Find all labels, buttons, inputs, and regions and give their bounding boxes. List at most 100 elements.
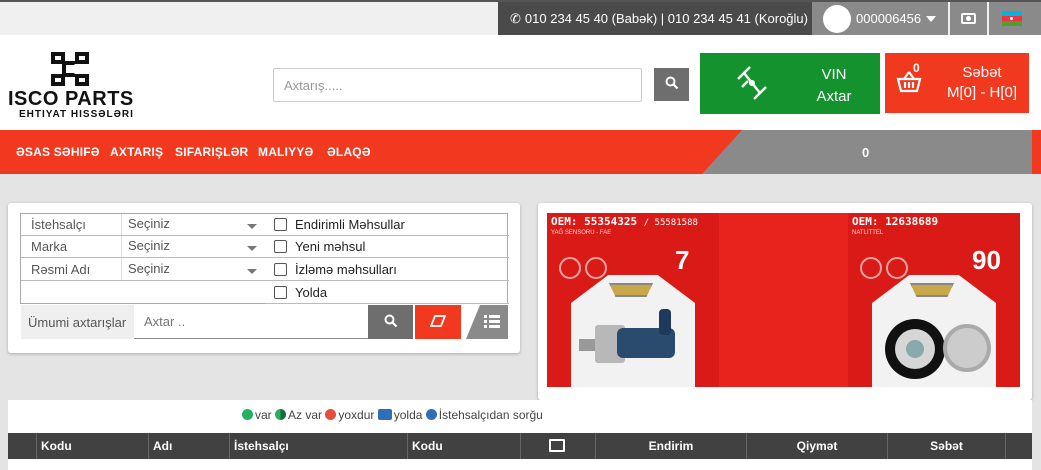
legend-yolda: yolda: [393, 408, 423, 422]
search-button[interactable]: [654, 68, 689, 101]
top-bar: ✆ 010 234 45 40 (Babək) | 010 234 45 41 (…: [0, 0, 1041, 35]
filter-row-brand: Marka Seçiniz: [21, 236, 265, 258]
x-circle-icon: [325, 409, 337, 420]
column-header-price[interactable]: Qiymət: [746, 433, 887, 459]
list-view-button[interactable]: [466, 305, 508, 339]
checkbox[interactable]: [274, 240, 287, 253]
list-icon: [484, 315, 500, 328]
logo-icon[interactable]: [51, 52, 89, 86]
nav-info-count: 0: [862, 145, 870, 160]
search-icon: [665, 76, 678, 90]
column-header-image: [520, 433, 595, 459]
avatar: [823, 5, 851, 33]
select-value: Seçiniz: [128, 261, 170, 276]
chevron-down-icon: [247, 269, 257, 274]
column-header-code[interactable]: Kodu: [36, 433, 148, 459]
column-header-name[interactable]: Adı: [148, 433, 229, 459]
legend-sorgu: İstehsalçıdan sorğu: [438, 408, 543, 422]
promo-banner: OEM: 55354325 / 55581588 YAĞ SENSORU - F…: [538, 203, 1032, 400]
nav-item-contact[interactable]: ƏLAQƏ: [327, 145, 371, 159]
question-circle-icon: [425, 409, 437, 420]
manufacturer-select[interactable]: Seçiniz: [121, 214, 265, 235]
promo-product[interactable]: OEM: 12638689 NATLITTEL 90: [848, 213, 1020, 387]
table-header: Kodu Adı İstehsalçı Kodu Endirim Qiymət …: [8, 433, 1032, 459]
checkbox-discounted[interactable]: Endirimli Məhsullar: [265, 214, 509, 236]
general-search-input[interactable]: [134, 305, 368, 339]
product-oem: OEM: 12638689: [852, 215, 939, 228]
check-circle-icon: [242, 409, 253, 420]
filter-label: İstehsalçı: [31, 217, 86, 232]
general-search-label: Ümumi axtarışlar: [28, 315, 127, 330]
promo-slide[interactable]: OEM: 55354325 / 55581588 YAĞ SENSORU - F…: [547, 213, 1020, 387]
checkbox-label: Yeni məhsul: [295, 239, 366, 254]
phone-text: 010 234 45 40 (Babək) | 010 234 45 41 (K…: [524, 11, 808, 26]
column-header-discount[interactable]: Endirim: [595, 433, 746, 459]
filter-row-official-name: Rəsmi Adı Seçiniz: [21, 259, 265, 281]
nav-item-orders[interactable]: SIFARIŞLƏR: [175, 145, 248, 159]
select-value: Seçiniz: [128, 238, 170, 253]
badge-icon: [559, 257, 581, 279]
brand-select[interactable]: Seçiniz: [121, 236, 265, 257]
promo-product[interactable]: OEM: 55354325 / 55581588 YAĞ SENSORU - F…: [547, 213, 719, 387]
column-header-cart[interactable]: Səbət: [887, 433, 1005, 459]
currency-button[interactable]: [950, 2, 987, 35]
chevron-down-icon: [247, 246, 257, 251]
chevron-down-icon: [247, 224, 257, 229]
account-number: 000006456: [856, 11, 922, 26]
chevrolet-logo-icon: [910, 283, 954, 297]
cart-label: Səbət: [962, 64, 1002, 81]
image-icon: [549, 439, 565, 452]
general-search-button[interactable]: [368, 305, 413, 339]
eraser-icon: [429, 314, 447, 327]
money-icon: [961, 13, 976, 24]
truck-icon: [377, 409, 392, 420]
phone-numbers[interactable]: ✆ 010 234 45 40 (Babək) | 010 234 45 41 (…: [498, 2, 812, 35]
checkbox[interactable]: [274, 218, 287, 231]
checkbox-watched[interactable]: İzləmə məhsulları: [265, 259, 509, 281]
select-value: Seçiniz: [128, 216, 170, 231]
badge-icon: [585, 257, 607, 279]
checkbox-label: Endirimli Məhsullar: [295, 217, 405, 232]
search-input[interactable]: [273, 68, 642, 102]
car-axle-icon: [737, 66, 767, 100]
column-header-code-2[interactable]: Kodu: [407, 433, 520, 459]
legend-yoxdur: yoxdur: [338, 408, 375, 422]
nav-item-finance[interactable]: MALIYYƏ: [258, 145, 313, 159]
stock-legend: var Az var yoxdur yolda İstehsalçıdan so…: [242, 408, 543, 422]
cart-button[interactable]: 0 Səbət M[0] - H[0]: [885, 53, 1029, 113]
half-circle-icon: [275, 409, 287, 420]
results-area: var Az var yoxdur yolda İstehsalçıdan so…: [8, 400, 1032, 470]
filter-row-manufacturer: İstehsalçı Seçiniz: [21, 214, 265, 236]
legend-var: var: [255, 408, 272, 422]
checkbox-label: Yolda: [295, 285, 328, 300]
column-header-manufacturer[interactable]: İstehsalçı: [229, 433, 407, 459]
account-menu[interactable]: 000006456: [812, 2, 948, 35]
header: ISCO PARTS EHTIYAT HISSƏLƏRI VIN Axtar: [0, 35, 1041, 131]
checkbox-in-transit[interactable]: Yolda: [265, 282, 509, 304]
language-button[interactable]: [989, 2, 1041, 35]
logo-title: ISCO PARTS: [8, 88, 134, 110]
badge-icon: [860, 257, 882, 279]
logo-subtitle: EHTIYAT HISSƏLƏRI: [19, 109, 134, 120]
checkbox[interactable]: [274, 263, 287, 276]
checkbox[interactable]: [274, 286, 287, 299]
column-header-extra: [1005, 433, 1032, 459]
nav-item-home[interactable]: ƏSAS SƏHIFƏ: [16, 145, 100, 159]
filter-panel: İstehsalçı Seçiniz Marka Seçiniz Rəsmi A…: [8, 203, 520, 353]
nav-item-search[interactable]: AXTARIŞ: [110, 145, 163, 159]
phone-icon: ✆: [510, 11, 521, 26]
search-icon: [384, 314, 397, 327]
legend-az-var: Az var: [288, 408, 323, 422]
product-oem: OEM: 55354325 / 55581588: [551, 215, 698, 228]
clear-button[interactable]: [415, 305, 461, 339]
official-name-select[interactable]: Seçiniz: [121, 259, 265, 280]
checkbox-label: İzləmə məhsulları: [295, 262, 397, 277]
azerbaijan-flag-icon: [1002, 11, 1022, 26]
product-description: NATLITTEL: [852, 230, 884, 236]
vin-search-button[interactable]: VIN Axtar: [700, 53, 880, 114]
product-quantity: 7: [675, 245, 690, 275]
cart-summary: M[0] - H[0]: [946, 84, 1017, 101]
checkbox-new[interactable]: Yeni məhsul: [265, 236, 509, 258]
chevrolet-logo-icon: [609, 283, 653, 297]
badge-icon: [886, 257, 908, 279]
